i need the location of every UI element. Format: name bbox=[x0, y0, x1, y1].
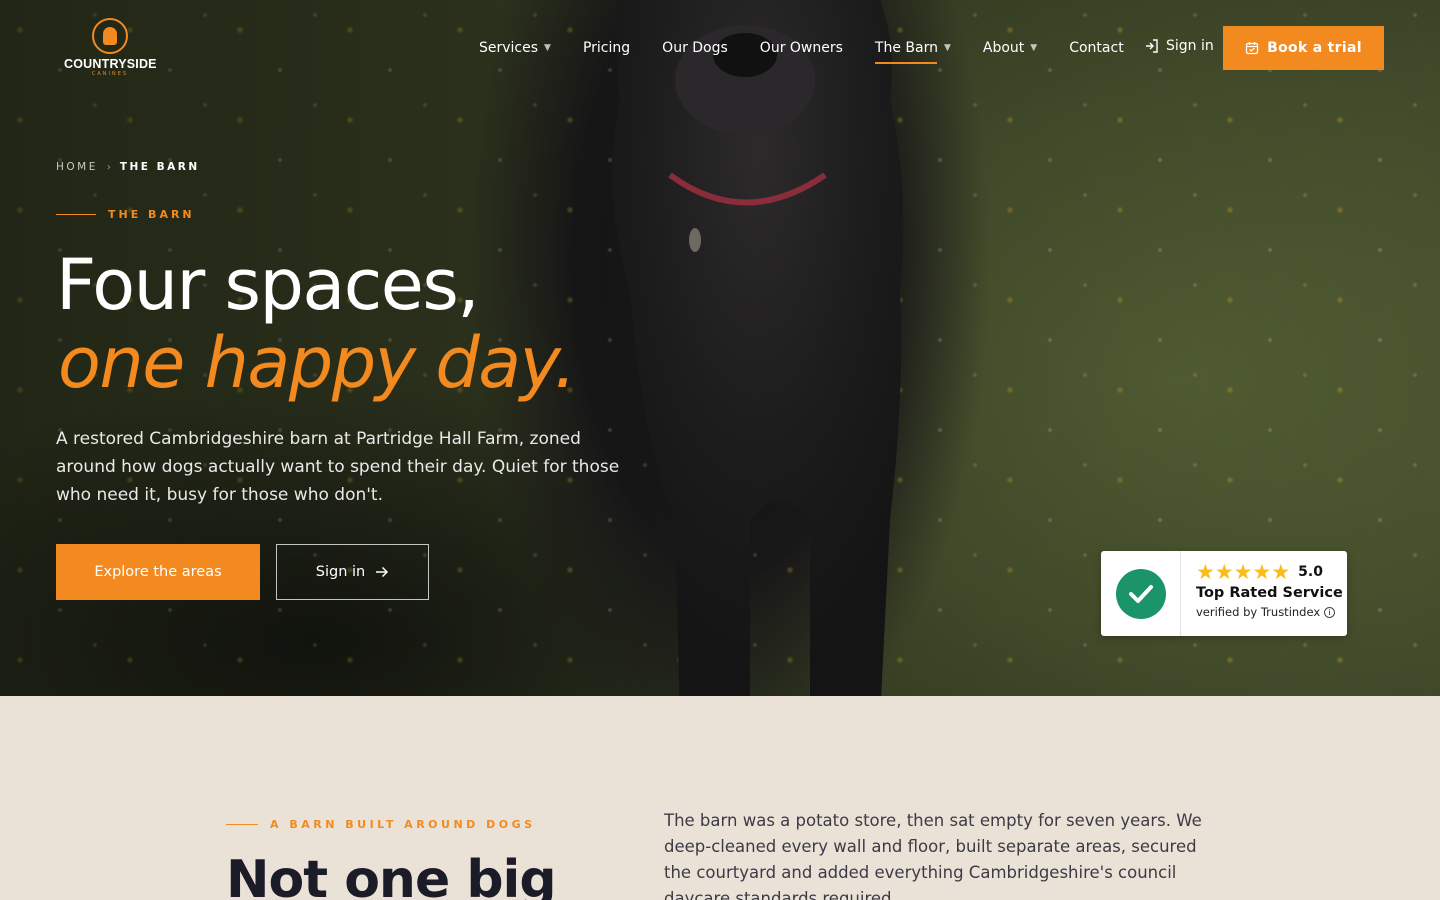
nav-our-dogs[interactable]: Our Dogs bbox=[662, 38, 728, 58]
breadcrumb: HOME › THE BARN bbox=[56, 161, 200, 173]
section-eyebrow: A BARN BUILT AROUND DOGS bbox=[226, 818, 536, 831]
nav-the-barn[interactable]: The Barn ▼ bbox=[874, 38, 951, 64]
section-body: The barn was a potato store, then sat em… bbox=[664, 811, 1202, 900]
eyebrow-rule bbox=[226, 824, 258, 825]
star-icon: ★ bbox=[1214, 560, 1234, 584]
verified-check-icon bbox=[1115, 568, 1166, 619]
chevron-down-icon: ▼ bbox=[544, 43, 551, 53]
star-icon: ★ bbox=[1196, 560, 1215, 584]
hero-title: Four spaces, bbox=[56, 244, 480, 326]
site-logo[interactable]: COUNTRYSIDE CANINES bbox=[64, 18, 157, 78]
login-icon bbox=[1146, 39, 1158, 53]
nav-pricing[interactable]: Pricing bbox=[583, 38, 630, 58]
rating-stars: ★ ★ ★ ★ ★ 5.0 bbox=[1196, 561, 1343, 583]
breadcrumb-home[interactable]: HOME bbox=[56, 161, 98, 173]
star-icon: ★ bbox=[1233, 560, 1253, 584]
main-nav: Services ▼ Pricing Our Dogs Our Owners Th… bbox=[479, 38, 1156, 64]
badge-title: Top Rated Service bbox=[1196, 585, 1343, 601]
trustindex-badge[interactable]: ★ ★ ★ ★ ★ 5.0 Top Rated Service verified by … bbox=[1101, 551, 1347, 636]
logo-subtitle: CANINES bbox=[91, 71, 129, 77]
eyebrow-rule bbox=[56, 214, 96, 215]
section-heading: Not one big bbox=[226, 850, 557, 900]
dog-logo-icon bbox=[92, 18, 128, 54]
chevron-right-icon: › bbox=[106, 161, 111, 173]
logo-wordmark: COUNTRYSIDE bbox=[64, 57, 157, 71]
nav-our-owners[interactable]: Our Owners bbox=[760, 38, 843, 58]
explore-areas-button[interactable]: Explore the areas bbox=[56, 544, 260, 600]
chevron-down-icon: ▼ bbox=[1030, 43, 1038, 53]
badge-verified-text: verified by Trustindex i bbox=[1196, 605, 1343, 619]
star-icon: ★ bbox=[1271, 560, 1291, 584]
nav-signin-link[interactable]: Sign in bbox=[1145, 38, 1214, 54]
breadcrumb-current: THE BARN bbox=[119, 161, 200, 173]
chevron-down-icon: ▼ bbox=[943, 43, 951, 53]
hero-title-accent: one happy day. bbox=[58, 322, 576, 404]
book-trial-button[interactable]: Book a trial bbox=[1223, 26, 1384, 70]
nav-about[interactable]: About ▼ bbox=[983, 38, 1037, 58]
hero-lede: A restored Cambridgeshire barn at Partri… bbox=[56, 429, 620, 505]
arrow-right-icon bbox=[376, 566, 389, 578]
rating-score: 5.0 bbox=[1298, 564, 1323, 580]
nav-contact[interactable]: Contact bbox=[1069, 38, 1123, 58]
hero-eyebrow: THE BARN bbox=[56, 208, 195, 221]
hero-section: COUNTRYSIDE CANINES Services ▼ Pricing Ou… bbox=[0, 0, 1440, 696]
calendar-icon bbox=[1246, 42, 1259, 55]
info-icon[interactable]: i bbox=[1324, 606, 1336, 618]
star-icon: ★ bbox=[1252, 560, 1272, 584]
hero-signin-button[interactable]: Sign in bbox=[276, 544, 429, 600]
nav-services[interactable]: Services ▼ bbox=[479, 38, 551, 58]
